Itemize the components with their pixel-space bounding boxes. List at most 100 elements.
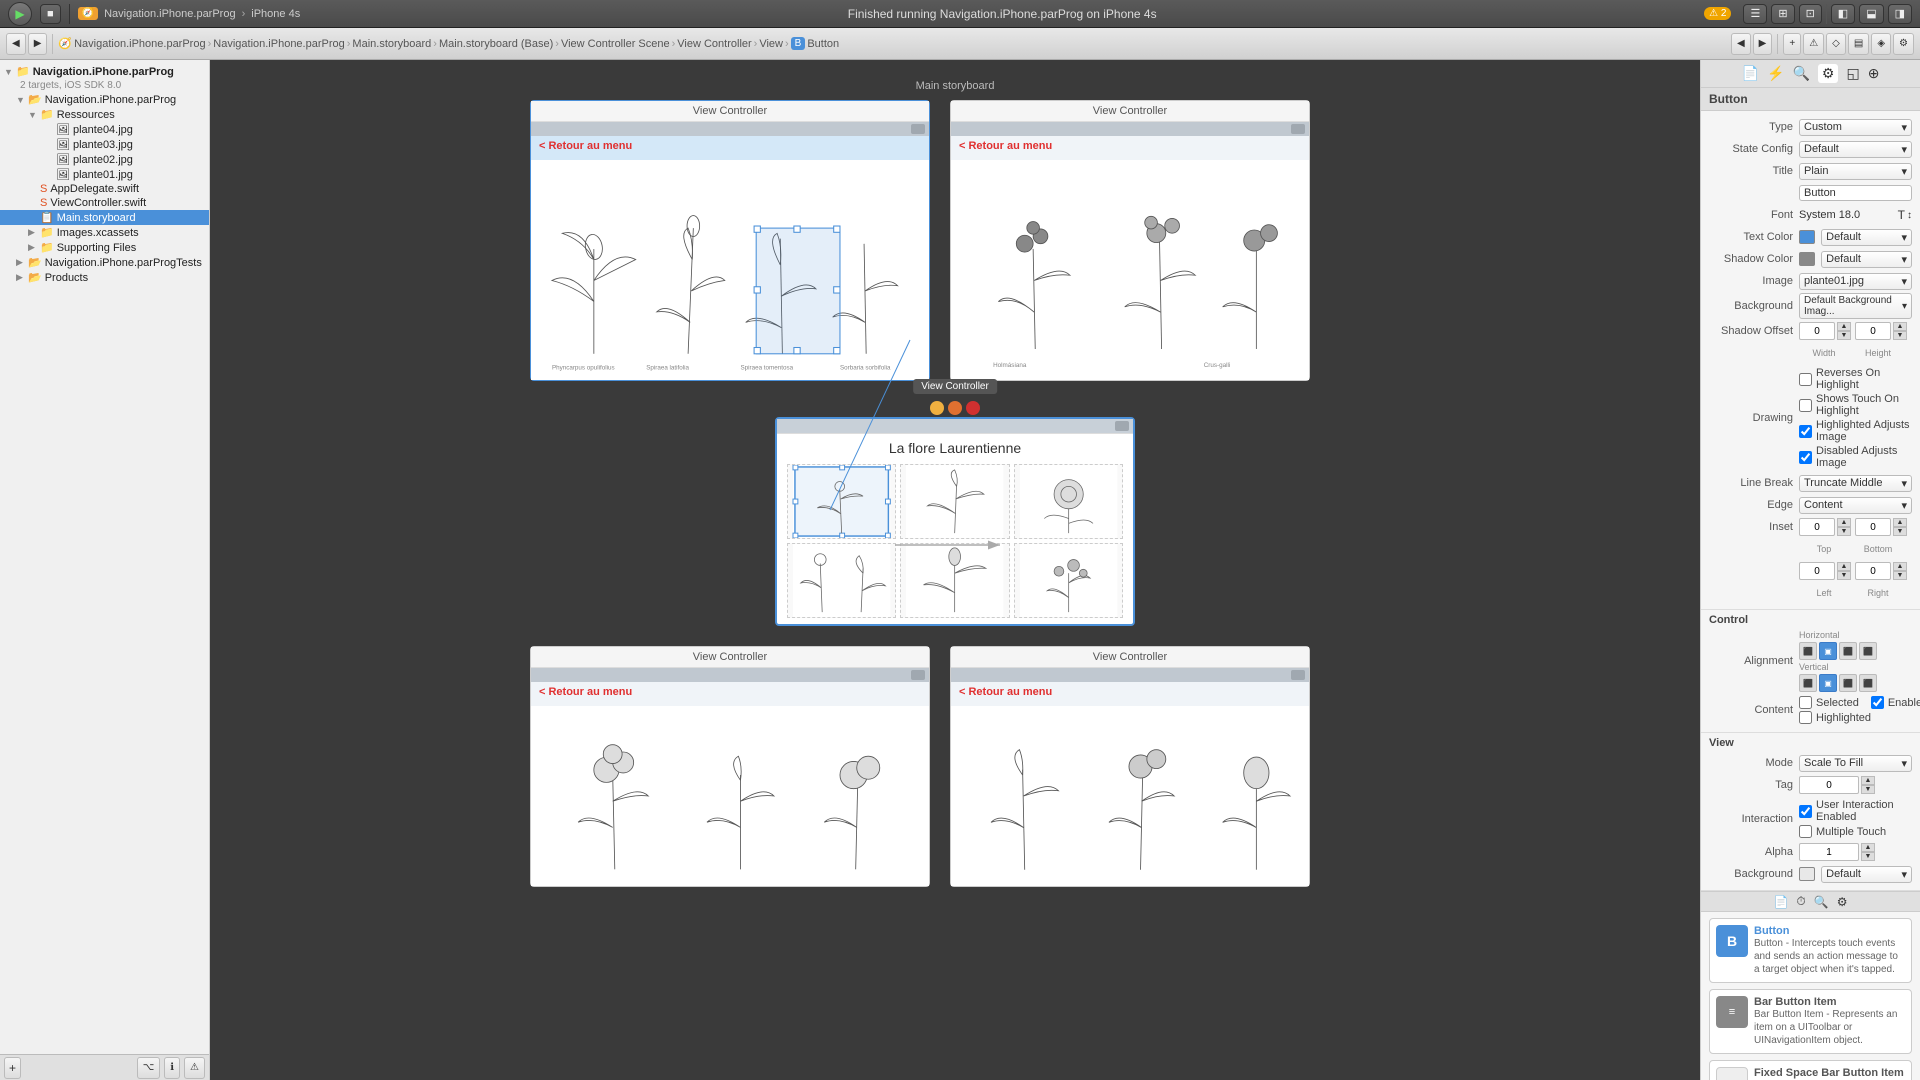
font-size-icon[interactable]: ↕ — [1907, 210, 1912, 221]
sidebar-item-mainstoryboard[interactable]: 📋 Main.storyboard — [0, 210, 209, 225]
align-vfill-btn[interactable]: ⬛ — [1859, 674, 1877, 692]
add-button[interactable]: + — [1783, 33, 1801, 55]
nav-forward[interactable]: ▶ — [1753, 33, 1773, 55]
panel-tab-file[interactable]: 📄 — [1742, 65, 1759, 82]
panel-tab-attributes[interactable]: ⚙ — [1818, 64, 1839, 83]
sidebar-info-btn[interactable]: ℹ — [164, 1057, 180, 1079]
debug-button[interactable]: ▤ — [1848, 33, 1869, 55]
panel-bottom-btn-3[interactable]: 🔍 — [1814, 895, 1829, 909]
shadow-width-up[interactable]: ▲ — [1837, 322, 1851, 331]
shadow-color-swatch[interactable] — [1799, 252, 1815, 266]
background-control[interactable]: Default Background Imag...▾ — [1799, 293, 1912, 319]
tag-up[interactable]: ▲ — [1861, 776, 1875, 785]
tag-input[interactable] — [1799, 776, 1859, 794]
sidebar-item-tests[interactable]: ▶ 📂 Navigation.iPhone.parProgTests — [0, 255, 209, 270]
warning-badge[interactable]: ⚠ 2 — [1704, 7, 1731, 20]
panel-tab-connections[interactable]: ⊕ — [1868, 65, 1880, 82]
device-label[interactable]: iPhone 4s — [251, 8, 300, 20]
title-control[interactable]: Plain▾ — [1799, 163, 1912, 180]
item-widget-card[interactable]: ≡ Bar Button Item Bar Button Item - Repr… — [1709, 989, 1912, 1054]
type-dropdown[interactable]: Custom▾ — [1799, 119, 1912, 136]
breadcrumb-2[interactable]: Navigation.iPhone.parProg — [213, 38, 344, 50]
font-control[interactable]: System 18.0 T ↕ — [1799, 208, 1912, 222]
sidebar-add-btn[interactable]: + — [4, 1057, 21, 1079]
panel-toggle-right[interactable]: ◨ — [1888, 4, 1912, 24]
back-button[interactable]: ◀ — [6, 33, 26, 55]
sidebar-item-plante01[interactable]: 🖼 plante01.jpg — [0, 167, 209, 182]
vc-card-3[interactable]: View Controller < Retour au menu — [530, 646, 930, 887]
image-control[interactable]: plante01.jpg▾ — [1799, 273, 1912, 290]
sidebar-filter-btn[interactable]: ⌥ — [137, 1057, 161, 1079]
shadow-color-control[interactable]: Default▾ — [1799, 251, 1912, 268]
align-right-btn[interactable]: ⬛ — [1839, 642, 1857, 660]
inset-left-up[interactable]: ▲ — [1837, 562, 1851, 571]
breadcrumb-8[interactable]: B — [791, 37, 806, 50]
issue-button[interactable]: ⚠ — [1803, 33, 1824, 55]
panel-bottom-btn-4[interactable]: ⚙ — [1837, 895, 1848, 909]
image-dropdown[interactable]: plante01.jpg▾ — [1799, 273, 1912, 290]
shadow-width-down[interactable]: ▼ — [1837, 331, 1851, 340]
app-name-label[interactable]: Navigation.iPhone.parProg — [104, 8, 235, 20]
align-fill-btn[interactable]: ⬛ — [1859, 642, 1877, 660]
inset-left-down[interactable]: ▼ — [1837, 571, 1851, 580]
title-dropdown[interactable]: Plain▾ — [1799, 163, 1912, 180]
inset-right-down[interactable]: ▼ — [1893, 571, 1907, 580]
highlighted-checkbox[interactable] — [1799, 425, 1812, 438]
alpha-down[interactable]: ▼ — [1861, 852, 1875, 861]
state-config-dropdown[interactable]: Default▾ — [1799, 141, 1912, 158]
inset-right-input[interactable] — [1855, 562, 1891, 580]
breadcrumb-5[interactable]: View Controller Scene — [561, 38, 670, 50]
inset-top-stepper[interactable]: ▲ ▼ — [1799, 518, 1851, 536]
inset-top-up[interactable]: ▲ — [1837, 518, 1851, 527]
disabled-checkbox[interactable] — [1799, 451, 1812, 464]
inset-right-stepper[interactable]: ▲ ▼ — [1855, 562, 1907, 580]
breadcrumb-1[interactable]: Navigation.iPhone.parProg — [74, 38, 205, 50]
font-resize-icon[interactable]: T — [1898, 208, 1905, 222]
highlighted-content-checkbox[interactable] — [1799, 711, 1812, 724]
inset-top-down[interactable]: ▼ — [1837, 527, 1851, 536]
shadow-height-up[interactable]: ▲ — [1893, 322, 1907, 331]
sidebar-item-plante04[interactable]: 🖼 plante04.jpg — [0, 122, 209, 137]
selected-checkbox[interactable] — [1799, 696, 1812, 709]
bg-view-control[interactable]: Default▾ — [1799, 866, 1912, 883]
title-text-control[interactable]: Button — [1799, 185, 1912, 201]
breadcrumb-6[interactable]: View Controller — [677, 38, 751, 50]
sidebar-item-supporting[interactable]: ▶ 📁 Supporting Files — [0, 240, 209, 255]
panel-bottom-btn-2[interactable]: ⏱ — [1796, 894, 1805, 909]
line-break-control[interactable]: Truncate Middle▾ — [1799, 475, 1912, 492]
settings-button[interactable]: ⚙ — [1893, 33, 1914, 55]
center-grid-item-6[interactable] — [1014, 543, 1123, 618]
type-control[interactable]: Custom▾ — [1799, 119, 1912, 136]
bg-view-dropdown[interactable]: Default▾ — [1821, 866, 1912, 883]
alpha-up[interactable]: ▲ — [1861, 843, 1875, 852]
shows-touch-checkbox[interactable] — [1799, 399, 1812, 412]
alpha-input[interactable] — [1799, 843, 1859, 861]
inset-left-input[interactable] — [1799, 562, 1835, 580]
view-toggle-2[interactable]: ⊞ — [1771, 4, 1794, 24]
breadcrumb-4[interactable]: Main.storyboard (Base) — [439, 38, 553, 50]
multiple-touch-checkbox[interactable] — [1799, 825, 1812, 838]
inset-bottom-input[interactable] — [1855, 518, 1891, 536]
text-color-swatch[interactable] — [1799, 230, 1815, 244]
inset-top-input[interactable] — [1799, 518, 1835, 536]
test-button[interactable]: ◇ — [1826, 33, 1846, 55]
sidebar-item-project[interactable]: ▼ 📁 Navigation.iPhone.parProg — [0, 64, 209, 79]
panel-tab-size[interactable]: ◱ — [1846, 65, 1859, 82]
panel-tab-identity[interactable]: 🔍 — [1792, 65, 1809, 82]
sidebar-warn-btn[interactable]: ⚠ — [184, 1057, 205, 1079]
state-config-control[interactable]: Default▾ — [1799, 141, 1912, 158]
enabled-checkbox[interactable] — [1871, 696, 1884, 709]
inset-left-stepper[interactable]: ▲ ▼ — [1799, 562, 1851, 580]
inset-bottom-up[interactable]: ▲ — [1893, 518, 1907, 527]
tag-stepper[interactable]: ▲ ▼ — [1799, 776, 1912, 794]
align-middle-btn[interactable]: ▣ — [1819, 674, 1837, 692]
sidebar-item-nav-group[interactable]: ▼ 📂 Navigation.iPhone.parProg — [0, 92, 209, 107]
mode-control[interactable]: Scale To Fill▾ — [1799, 755, 1912, 772]
shadow-color-dropdown[interactable]: Default▾ — [1821, 251, 1912, 268]
align-top-btn[interactable]: ⬛ — [1799, 674, 1817, 692]
text-color-control[interactable]: Default▾ — [1799, 229, 1912, 246]
shadow-height-stepper[interactable]: ▲ ▼ — [1855, 322, 1907, 340]
sidebar-item-images[interactable]: ▶ 📁 Images.xcassets — [0, 225, 209, 240]
nav-back[interactable]: ◀ — [1731, 33, 1751, 55]
run-button[interactable]: ▶ — [8, 2, 32, 26]
